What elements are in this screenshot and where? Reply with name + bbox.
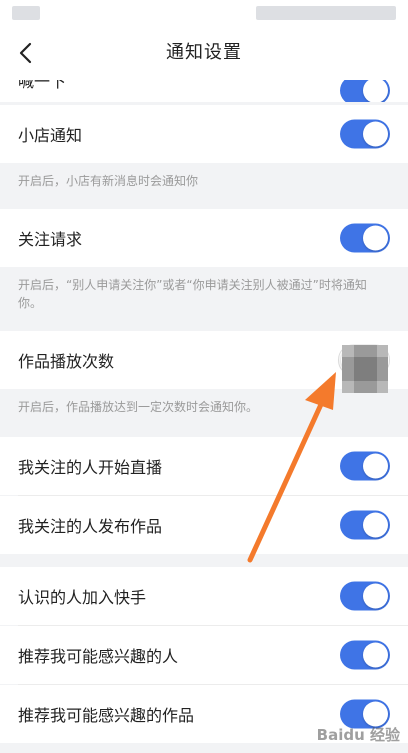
annotation-arrow: [247, 372, 336, 563]
watermark: Baidu 经验: [316, 726, 400, 744]
